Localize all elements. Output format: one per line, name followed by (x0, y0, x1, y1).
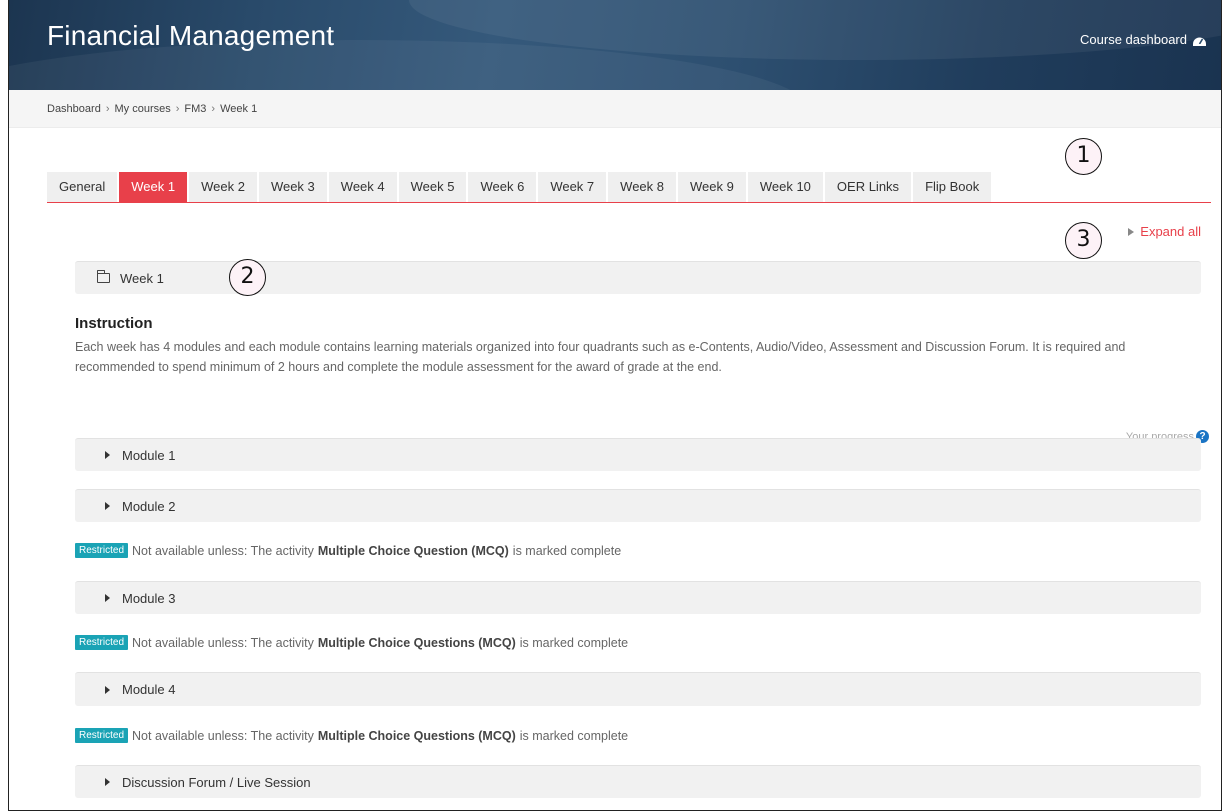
tab-week-1[interactable]: Week 1 (119, 172, 188, 202)
course-title: Financial Management (47, 20, 335, 51)
breadcrumb-week[interactable]: Week 1 (220, 103, 257, 115)
restriction-notice: Restricted Not available unless: The act… (75, 728, 628, 743)
restriction-prefix: Not available unless: The activity (132, 543, 314, 558)
restriction-notice: Restricted Not available unless: The act… (75, 635, 628, 650)
tab-week-4[interactable]: Week 4 (328, 172, 397, 202)
tab-week-6[interactable]: Week 6 (468, 172, 537, 202)
tab-week-9[interactable]: Week 9 (678, 172, 746, 202)
restriction-suffix: is marked complete (519, 728, 629, 743)
restricted-badge: Restricted (75, 728, 129, 743)
callout-2: 2 (229, 259, 266, 296)
breadcrumb-separator: › (211, 103, 216, 115)
restriction-activity: Multiple Choice Question (MCQ) (317, 543, 509, 558)
restriction-prefix: Not available unless: The activity (132, 728, 314, 743)
module-1[interactable]: Module 1 (75, 438, 1201, 471)
section-title: Week 1 (120, 270, 164, 286)
tab-flip-book[interactable]: Flip Book (913, 172, 992, 202)
course-header: Financial Management Course dashboard (9, 0, 1221, 90)
tab-week-3[interactable]: Week 3 (258, 172, 327, 202)
module-label: Module 3 (122, 590, 176, 606)
module-3[interactable]: Module 3 (75, 581, 1201, 614)
discussion-forum-section[interactable]: Discussion Forum / Live Session (75, 765, 1201, 798)
caret-right-icon (105, 594, 110, 602)
restricted-badge: Restricted (75, 635, 129, 650)
module-label: Module 1 (122, 447, 176, 463)
dashboard-gauge-icon (1192, 34, 1207, 46)
restriction-activity: Multiple Choice Questions (MCQ) (317, 635, 516, 650)
breadcrumb: Dashboard › My courses › FM3 › Week 1 (47, 103, 257, 115)
restriction-prefix: Not available unless: The activity (132, 635, 314, 650)
breadcrumb-my-courses[interactable]: My courses (115, 103, 171, 115)
restricted-badge: Restricted (75, 543, 129, 558)
module-2[interactable]: Module 2 (75, 489, 1201, 522)
tab-week-10[interactable]: Week 10 (747, 172, 823, 202)
breadcrumb-dashboard[interactable]: Dashboard (47, 103, 101, 115)
breadcrumb-separator: › (105, 103, 110, 115)
module-4[interactable]: Module 4 (75, 672, 1201, 706)
caret-right-icon (105, 778, 110, 786)
expand-triangle-icon (1128, 227, 1135, 236)
tab-oer-links[interactable]: OER Links (824, 172, 912, 202)
restriction-suffix: is marked complete (512, 543, 622, 558)
module-label: Module 2 (122, 498, 176, 514)
tab-general[interactable]: General (47, 172, 118, 202)
folder-icon (97, 270, 110, 283)
caret-right-icon (105, 685, 110, 694)
callout-1: 1 (1065, 138, 1102, 175)
expand-all-link[interactable]: Expand all (1128, 224, 1201, 239)
module-label: Module 4 (122, 682, 176, 697)
course-dashboard-label: Course dashboard (1080, 32, 1187, 47)
breadcrumb-separator: › (175, 103, 180, 115)
caret-right-icon (105, 451, 110, 459)
callout-3: 3 (1065, 222, 1102, 259)
tab-week-5[interactable]: Week 5 (398, 172, 467, 202)
expand-all-label: Expand all (1140, 224, 1201, 239)
breadcrumb-course[interactable]: FM3 (184, 103, 206, 115)
module-label: Discussion Forum / Live Session (122, 774, 311, 790)
instruction-heading: Instruction (75, 315, 153, 332)
restriction-suffix: is marked complete (519, 635, 629, 650)
tab-week-2[interactable]: Week 2 (189, 172, 257, 202)
tab-week-8[interactable]: Week 8 (608, 172, 676, 202)
course-dashboard-link[interactable]: Course dashboard (1080, 32, 1207, 47)
restriction-activity: Multiple Choice Questions (MCQ) (317, 728, 516, 743)
restriction-notice: Restricted Not available unless: The act… (75, 543, 621, 558)
tab-week-7[interactable]: Week 7 (538, 172, 607, 202)
breadcrumb-bar: Dashboard › My courses › FM3 › Week 1 (9, 90, 1221, 128)
page-frame: Financial Management Course dashboard Da… (8, 0, 1222, 811)
instruction-text: Each week has 4 modules and each module … (75, 340, 1126, 374)
caret-right-icon (105, 502, 110, 510)
week-tabs: General Week 1 Week 2 Week 3 Week 4 Week… (47, 172, 1211, 203)
